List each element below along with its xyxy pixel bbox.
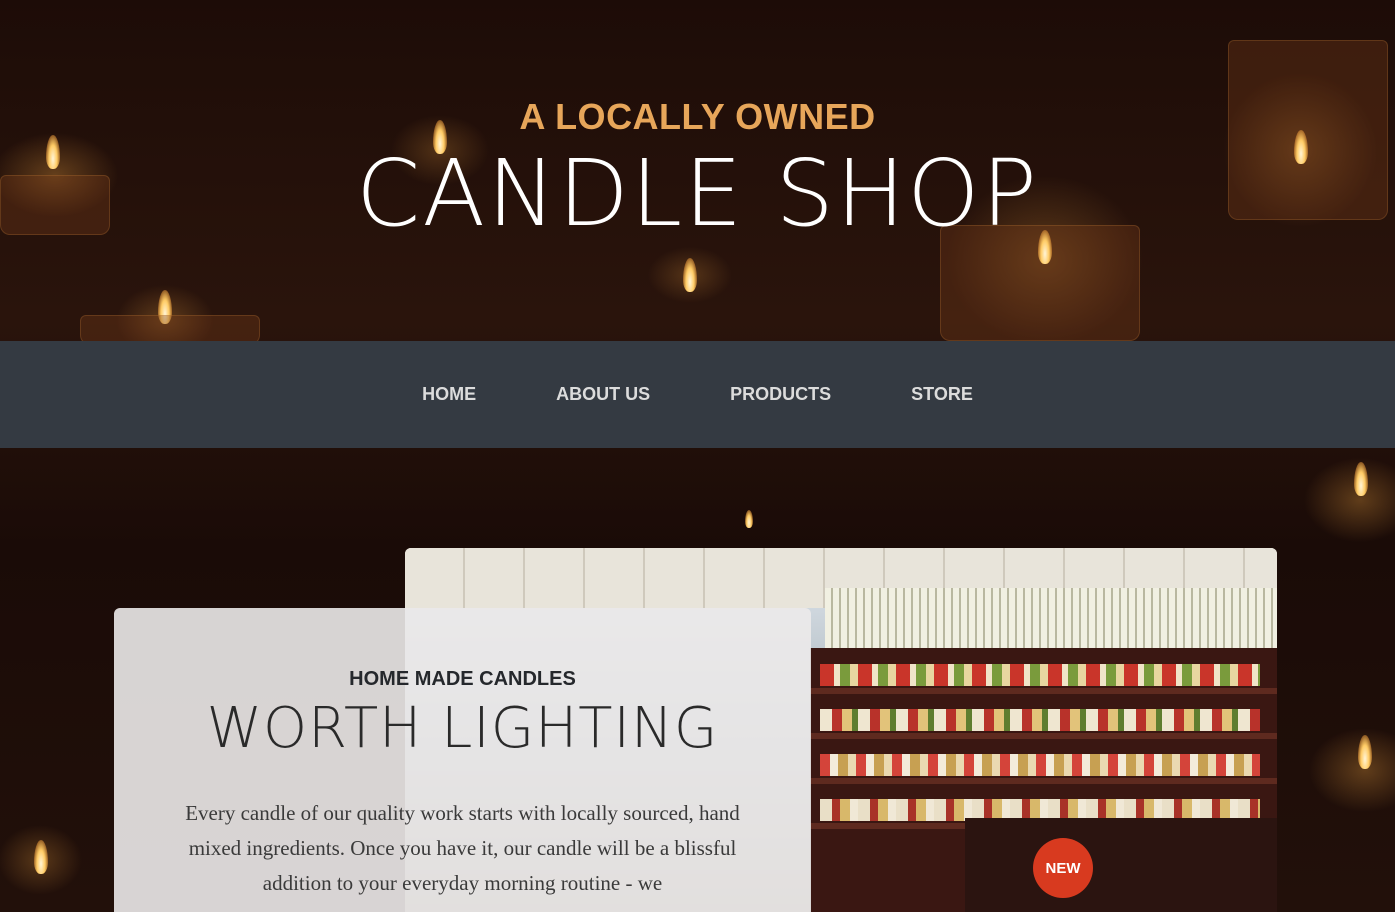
main-navigation: HOME ABOUT US PRODUCTS STORE [0, 341, 1395, 448]
shelf-row [810, 688, 1277, 694]
candle-flame-icon [745, 510, 753, 528]
photo-counter [965, 818, 1277, 912]
new-sign: NEW [1033, 838, 1093, 898]
intro-card: HOME MADE CANDLES WORTH LIGHTING Every c… [114, 608, 811, 912]
hero-kicker: A LOCALLY OWNED [519, 96, 876, 137]
intro-text: Every candle of our quality work starts … [185, 801, 740, 895]
shelf-row [810, 733, 1277, 739]
candle-flame-icon [34, 840, 48, 874]
nav-item-about-us[interactable]: ABOUT US [516, 384, 690, 405]
product-row [820, 709, 1260, 731]
intro-kicker: HOME MADE CANDLES [349, 668, 576, 690]
product-row [820, 664, 1260, 686]
intro-title: WORTH LIGHTING [206, 696, 719, 761]
shelf-row [810, 778, 1277, 784]
candle-flame-icon [1358, 735, 1372, 769]
nav-item-store[interactable]: STORE [871, 384, 1013, 405]
nav-item-products[interactable]: PRODUCTS [690, 384, 871, 405]
hero-title: CANDLE SHOP [356, 140, 1039, 247]
product-row [820, 754, 1260, 776]
candle-flame-icon [1354, 462, 1368, 496]
hero: A LOCALLY OWNED CANDLE SHOP [0, 0, 1395, 341]
nav-item-home[interactable]: HOME [382, 384, 516, 405]
